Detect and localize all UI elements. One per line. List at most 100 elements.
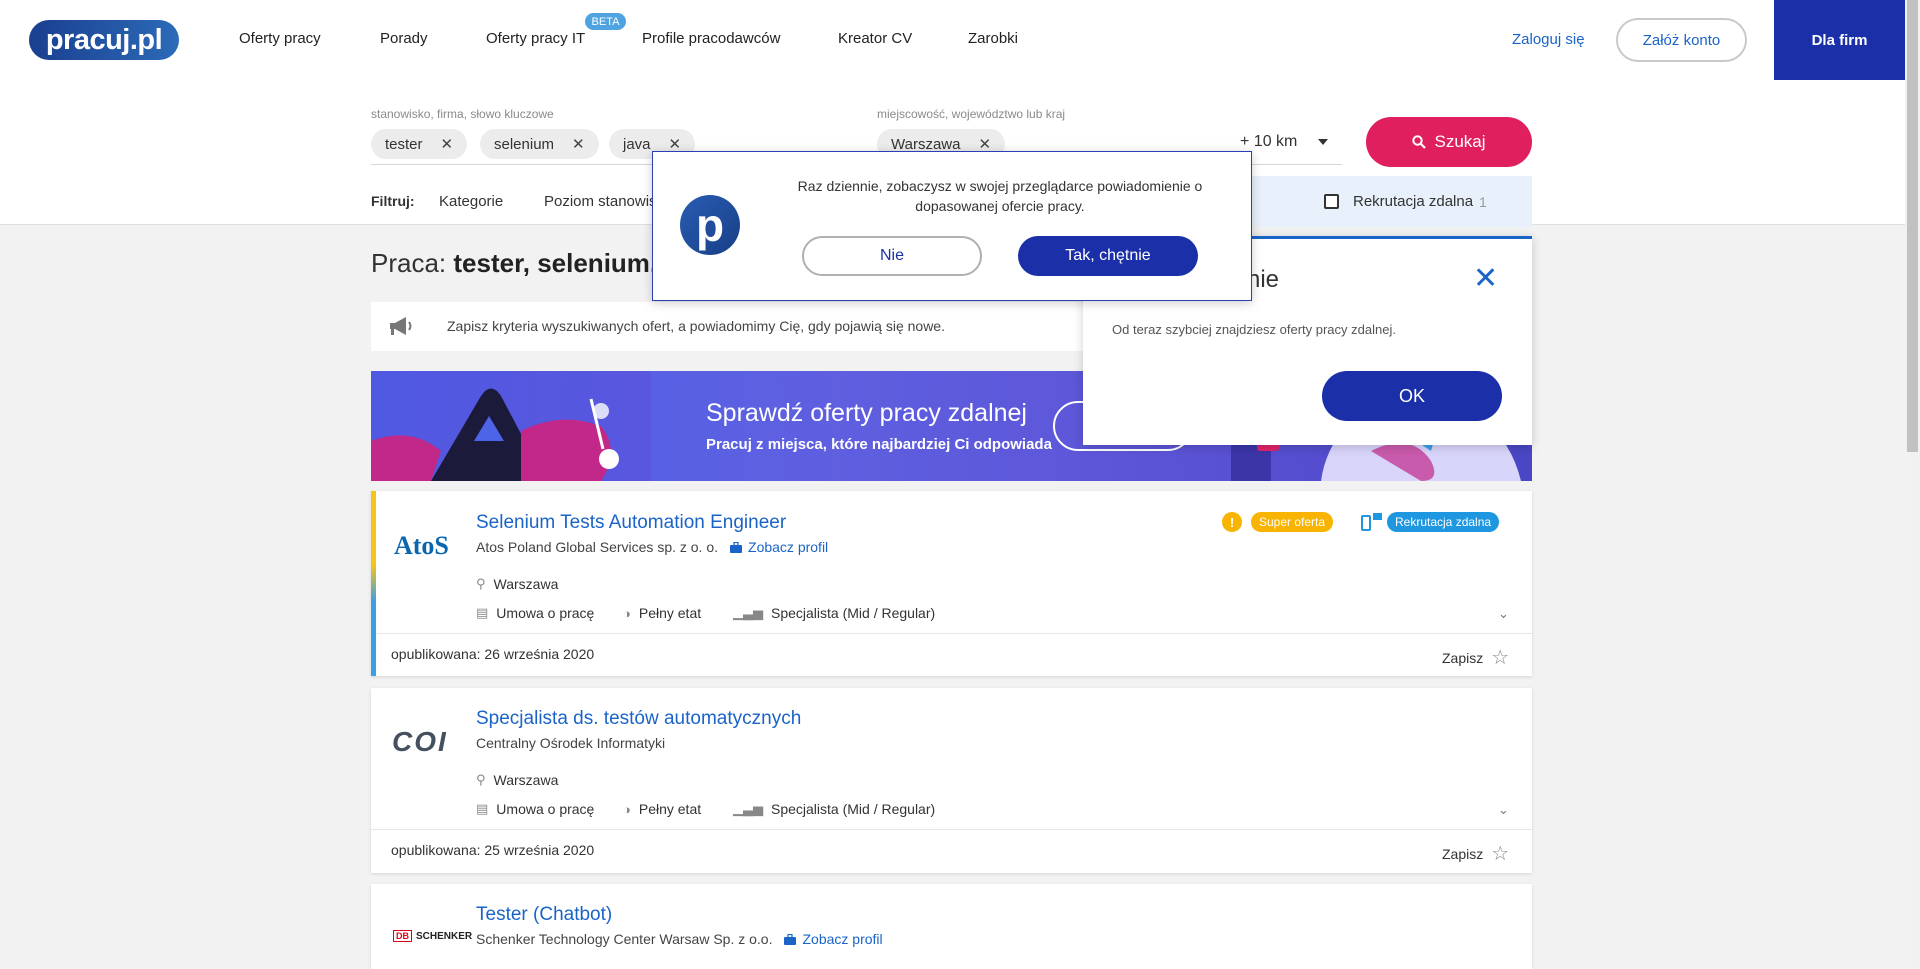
job-offer-card[interactable] (371, 884, 1532, 969)
save-offer-button[interactable]: Zapisz ☆ (1442, 645, 1509, 670)
pracuj-app-icon: p (680, 195, 740, 255)
filter-label: Filtruj: (371, 193, 415, 209)
remove-chip-icon[interactable]: ✕ (441, 135, 454, 153)
company-logo: AtoS (394, 531, 449, 560)
nav-it-job-offers[interactable]: Oferty pracy IT (486, 30, 585, 47)
clock-icon: ◑ (623, 605, 631, 621)
remote-recruitment-checkbox[interactable] (1324, 194, 1339, 209)
job-contract: ▤ Umowa o pracę (476, 801, 594, 817)
document-icon: ▤ (476, 605, 489, 620)
job-title-link[interactable]: Tester (Chatbot) (476, 904, 612, 926)
job-title-link[interactable]: Specjalista ds. testów automatycznych (476, 708, 801, 730)
scrollbar-thumb[interactable] (1907, 0, 1918, 452)
keyword-chip-label: selenium (494, 135, 555, 153)
briefcase-icon (730, 541, 743, 553)
chevron-down-icon[interactable]: ⌄ (1498, 802, 1509, 818)
filter-categories[interactable]: Kategorie (439, 193, 503, 210)
job-location-label: Warszawa (493, 772, 559, 788)
save-search-text: Zapisz kryteria wyszukiwanych ofert, a p… (447, 318, 945, 334)
beta-badge: BETA (585, 13, 626, 30)
search-button-label: Szukaj (1434, 132, 1486, 151)
location-field-label: miejscowość, województwo lub kraj (877, 107, 1066, 121)
page-title-prefix: Praca: (371, 248, 454, 278)
nav-job-offers[interactable]: Oferty pracy (239, 30, 321, 47)
banner-subtitle: Pracuj z miejsca, które najbardziej Ci o… (706, 436, 1052, 453)
clock-icon: ◑ (623, 801, 631, 817)
company-logo: COI (392, 726, 448, 757)
remove-chip-icon[interactable]: ✕ (572, 135, 585, 153)
search-button[interactable]: Szukaj (1366, 117, 1532, 167)
decline-button[interactable]: Nie (802, 236, 982, 276)
company-logo-text: SCHENKER (416, 930, 473, 942)
job-contract: ▤ Umowa o pracę (476, 605, 594, 621)
card-accent-bar (371, 491, 376, 676)
remote-recruitment-count: 1 (1479, 194, 1487, 210)
nav-cv-creator[interactable]: Kreator CV (838, 30, 912, 47)
job-contract-label: Umowa o pracę (496, 801, 595, 817)
card-divider (376, 633, 1532, 634)
keyword-chip[interactable]: tester ✕ (371, 129, 468, 159)
location-pin-icon: ⚲ (476, 576, 486, 591)
star-icon: ☆ (1491, 843, 1510, 865)
alert-icon: ! (1222, 512, 1242, 532)
view-profile-link[interactable]: Zobacz profil (730, 539, 828, 555)
keyword-field-label: stanowisko, firma, słowo kluczowe (371, 107, 554, 121)
radius-select[interactable]: + 10 km (1240, 133, 1297, 151)
ok-button[interactable]: OK (1322, 371, 1502, 421)
remote-recruitment-label[interactable]: Rekrutacja zdalna (1353, 193, 1473, 210)
banner-title: Sprawdź oferty pracy zdalnej (706, 399, 1027, 427)
company-name: Atos Poland Global Services sp. z o. o. (476, 539, 719, 555)
keyword-chip[interactable]: selenium ✕ (480, 129, 599, 159)
job-worktime: ◑ Pełny etat (623, 605, 701, 621)
job-level-label: Specjalista (Mid / Regular) (771, 801, 936, 817)
job-contract-label: Umowa o pracę (496, 605, 595, 621)
accept-button[interactable]: Tak, chętnie (1018, 236, 1198, 276)
card-divider (371, 829, 1532, 830)
job-worktime: ◑ Pełny etat (623, 801, 701, 817)
save-offer-button[interactable]: Zapisz ☆ (1442, 841, 1509, 866)
job-location: ⚲ Warszawa (476, 772, 558, 788)
company-logo: DB SCHENKER (393, 930, 472, 942)
job-level: ▁▃▅ Specjalista (Mid / Regular) (733, 605, 935, 621)
view-profile-link[interactable]: Zobacz profil (784, 931, 883, 947)
company-name: Centralny Ośrodek Informatyki (476, 735, 666, 751)
published-date: opublikowana: 25 września 2020 (391, 842, 595, 858)
signal-bars-icon: ▁▃▅ (733, 801, 763, 816)
briefcase-icon (784, 933, 797, 945)
location-chip-label: Warszawa (891, 135, 961, 153)
remote-recruitment-badge: Rekrutacja zdalna (1387, 512, 1500, 532)
published-date: opublikowana: 26 września 2020 (391, 646, 595, 662)
nav-salaries[interactable]: Zarobki (968, 30, 1018, 47)
chevron-down-icon[interactable] (1318, 139, 1328, 145)
save-offer-label: Zapisz (1442, 845, 1484, 862)
push-notification-text: Raz dziennie, zobaczysz w swojej przeglą… (797, 178, 1203, 214)
company-name: Schenker Technology Center Warsaw Sp. z … (476, 931, 773, 947)
chevron-down-icon[interactable]: ⌄ (1498, 606, 1509, 622)
dialog-body: Od teraz szybciej znajdziesz oferty prac… (1112, 322, 1396, 337)
keyword-chip-label: java (623, 135, 651, 153)
register-button[interactable]: Załóż konto (1616, 18, 1747, 62)
pracuj-logo[interactable]: pracuj.pl (29, 20, 179, 60)
for-companies-button[interactable]: Dla firm (1774, 0, 1905, 80)
login-link[interactable]: Zaloguj się (1512, 31, 1585, 48)
push-notification-modal (652, 151, 1252, 301)
location-pin-icon: ⚲ (476, 772, 486, 787)
company-row: Schenker Technology Center Warsaw Sp. z … (476, 931, 883, 947)
save-offer-label: Zapisz (1442, 649, 1484, 666)
job-location-label: Warszawa (493, 576, 559, 592)
search-icon (1412, 135, 1427, 149)
company-row: Atos Poland Global Services sp. z o. o. … (476, 539, 828, 555)
job-level: ▁▃▅ Specjalista (Mid / Regular) (733, 801, 935, 817)
nav-advice[interactable]: Porady (380, 30, 428, 47)
close-icon[interactable]: ✕ (1473, 261, 1498, 296)
job-title-link[interactable]: Selenium Tests Automation Engineer (476, 512, 786, 534)
view-profile-label: Zobacz profil (802, 931, 883, 947)
document-icon: ▤ (476, 801, 489, 816)
job-worktime-label: Pełny etat (638, 801, 702, 817)
nav-employer-profiles[interactable]: Profile pracodawców (642, 30, 780, 47)
remote-device-icon (1361, 513, 1382, 531)
keyword-chip-label: tester (385, 135, 423, 153)
star-icon: ☆ (1491, 647, 1510, 669)
job-worktime-label: Pełny etat (638, 605, 702, 621)
signal-bars-icon: ▁▃▅ (733, 605, 763, 620)
